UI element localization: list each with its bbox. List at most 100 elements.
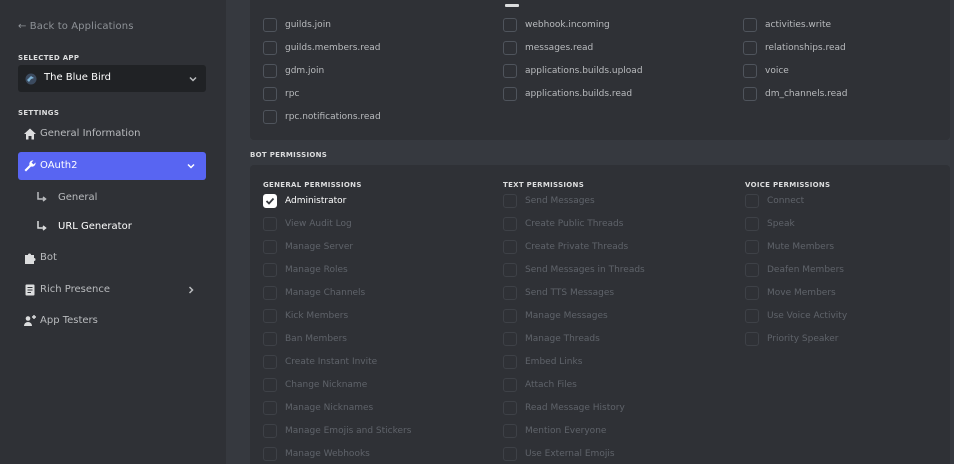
sidebar-item-rich-presence[interactable]: Rich Presence bbox=[18, 276, 206, 304]
scope-checkbox[interactable]: rpc bbox=[263, 85, 299, 103]
permission-checkbox[interactable]: Manage Roles bbox=[263, 261, 348, 279]
scope-checkbox[interactable]: guilds.join bbox=[263, 16, 331, 34]
checkbox-box[interactable] bbox=[503, 41, 517, 55]
checkbox-box[interactable] bbox=[503, 18, 517, 32]
checkbox-box[interactable] bbox=[503, 447, 517, 461]
sidebar-item-bot[interactable]: Bot bbox=[18, 244, 206, 272]
permission-checkbox[interactable]: Send Messages bbox=[503, 192, 595, 210]
sidebar-subitem-url-generator[interactable]: URL Generator bbox=[36, 215, 206, 239]
checkbox-box[interactable] bbox=[263, 378, 277, 392]
checkbox-box[interactable] bbox=[503, 424, 517, 438]
permission-checkbox[interactable]: Manage Messages bbox=[503, 307, 608, 325]
checkbox-box[interactable] bbox=[503, 194, 517, 208]
checkbox-box[interactable] bbox=[263, 64, 277, 78]
checkbox-box[interactable] bbox=[263, 263, 277, 277]
permission-checkbox[interactable]: Create Instant Invite bbox=[263, 353, 377, 371]
checkbox-box[interactable] bbox=[743, 87, 757, 101]
sidebar-item-oauth2[interactable]: OAuth2 bbox=[18, 152, 206, 180]
permission-checkbox[interactable]: Mute Members bbox=[745, 238, 834, 256]
sidebar-item-general-information[interactable]: General Information bbox=[18, 120, 206, 148]
checkbox-box[interactable] bbox=[263, 355, 277, 369]
sidebar-item-app-testers[interactable]: App Testers bbox=[18, 307, 206, 335]
permission-checkbox[interactable]: Send Messages in Threads bbox=[503, 261, 645, 279]
checkbox-box[interactable] bbox=[503, 332, 517, 346]
permission-checkbox[interactable]: Priority Speaker bbox=[745, 330, 839, 348]
permission-checkbox[interactable]: Manage Threads bbox=[503, 330, 600, 348]
checkbox-box[interactable] bbox=[503, 87, 517, 101]
checkbox-box[interactable] bbox=[263, 194, 277, 208]
app-selector[interactable]: The Blue Bird bbox=[18, 65, 206, 92]
permission-label: Read Message History bbox=[525, 403, 625, 413]
sidebar-item-label: Bot bbox=[40, 252, 57, 263]
permission-checkbox[interactable]: Deafen Members bbox=[745, 261, 844, 279]
checkbox-box[interactable] bbox=[263, 424, 277, 438]
checkbox-box[interactable] bbox=[263, 110, 277, 124]
permission-checkbox[interactable]: Manage Channels bbox=[263, 284, 365, 302]
checkbox-box[interactable] bbox=[503, 240, 517, 254]
checkbox-box[interactable] bbox=[503, 309, 517, 323]
permission-checkbox[interactable]: Embed Links bbox=[503, 353, 582, 371]
permission-checkbox[interactable]: Manage Server bbox=[263, 238, 353, 256]
permission-checkbox[interactable]: Ban Members bbox=[263, 330, 347, 348]
checkbox-box[interactable] bbox=[743, 18, 757, 32]
scope-checkbox[interactable]: webhook.incoming bbox=[503, 16, 610, 34]
checkbox-box[interactable] bbox=[745, 217, 759, 231]
scope-checkbox[interactable]: activities.write bbox=[743, 16, 831, 34]
checkbox-box[interactable] bbox=[745, 332, 759, 346]
checkbox-box[interactable] bbox=[263, 217, 277, 231]
checkbox-box[interactable] bbox=[263, 401, 277, 415]
checkbox-box[interactable] bbox=[745, 309, 759, 323]
permission-checkbox[interactable]: Read Message History bbox=[503, 399, 625, 417]
permission-checkbox-administrator[interactable]: Administrator bbox=[263, 192, 346, 210]
checkbox-box[interactable] bbox=[263, 332, 277, 346]
permission-checkbox[interactable]: Create Public Threads bbox=[503, 215, 623, 233]
checkbox-box[interactable] bbox=[263, 240, 277, 254]
checkbox-box[interactable] bbox=[745, 263, 759, 277]
permission-checkbox[interactable]: Send TTS Messages bbox=[503, 284, 614, 302]
scope-checkbox[interactable]: applications.builds.read bbox=[503, 85, 632, 103]
checkbox-box[interactable] bbox=[263, 87, 277, 101]
checkbox-box[interactable] bbox=[743, 41, 757, 55]
permission-checkbox[interactable]: Mention Everyone bbox=[503, 422, 606, 440]
checkbox-box[interactable] bbox=[263, 286, 277, 300]
sidebar-item-label: URL Generator bbox=[58, 221, 132, 232]
checkbox-box[interactable] bbox=[263, 447, 277, 461]
checkbox-box[interactable] bbox=[503, 401, 517, 415]
permission-checkbox[interactable]: Use Voice Activity bbox=[745, 307, 847, 325]
permission-checkbox[interactable]: Manage Emojis and Stickers bbox=[263, 422, 411, 440]
permission-checkbox[interactable]: Use External Emojis bbox=[503, 445, 615, 463]
scope-checkbox[interactable]: gdm.join bbox=[263, 62, 324, 80]
checkbox-box[interactable] bbox=[503, 378, 517, 392]
checkbox-box[interactable] bbox=[263, 18, 277, 32]
permission-checkbox[interactable]: Create Private Threads bbox=[503, 238, 628, 256]
permission-checkbox[interactable]: Move Members bbox=[745, 284, 836, 302]
checkbox-box[interactable] bbox=[743, 64, 757, 78]
checkbox-box[interactable] bbox=[745, 194, 759, 208]
scope-checkbox[interactable]: guilds.members.read bbox=[263, 39, 381, 57]
checkbox-box[interactable] bbox=[745, 286, 759, 300]
checkbox-box[interactable] bbox=[503, 64, 517, 78]
scope-checkbox[interactable]: voice bbox=[743, 62, 789, 80]
checkbox-box[interactable] bbox=[263, 309, 277, 323]
permission-checkbox[interactable]: Speak bbox=[745, 215, 795, 233]
permission-checkbox[interactable]: Kick Members bbox=[263, 307, 348, 325]
permission-checkbox[interactable]: Manage Webhooks bbox=[263, 445, 370, 463]
scope-checkbox[interactable]: relationships.read bbox=[743, 39, 846, 57]
checkbox-box[interactable] bbox=[503, 286, 517, 300]
scope-checkbox[interactable]: applications.builds.upload bbox=[503, 62, 643, 80]
checkbox-box[interactable] bbox=[503, 217, 517, 231]
scope-checkbox[interactable]: messages.read bbox=[503, 39, 593, 57]
permission-checkbox[interactable]: Manage Nicknames bbox=[263, 399, 373, 417]
permission-checkbox[interactable]: View Audit Log bbox=[263, 215, 352, 233]
permission-checkbox[interactable]: Change Nickname bbox=[263, 376, 367, 394]
back-to-applications-link[interactable]: ← Back to Applications bbox=[18, 21, 134, 32]
checkbox-box[interactable] bbox=[503, 263, 517, 277]
checkbox-box[interactable] bbox=[263, 41, 277, 55]
permission-checkbox[interactable]: Connect bbox=[745, 192, 804, 210]
checkbox-box[interactable] bbox=[503, 355, 517, 369]
scope-checkbox[interactable]: rpc.notifications.read bbox=[263, 108, 381, 126]
checkbox-box[interactable] bbox=[745, 240, 759, 254]
permission-checkbox[interactable]: Attach Files bbox=[503, 376, 577, 394]
sidebar-subitem-general[interactable]: General bbox=[36, 186, 206, 210]
scope-checkbox[interactable]: dm_channels.read bbox=[743, 85, 847, 103]
